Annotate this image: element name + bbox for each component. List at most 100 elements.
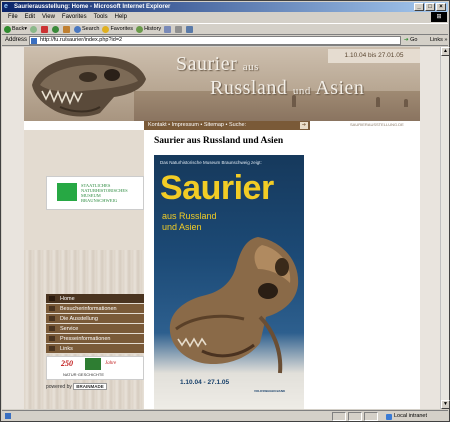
header-title-line2: Russland und Asien (210, 77, 364, 100)
favorites-label: Favorites (110, 26, 134, 32)
edit-button[interactable] (186, 25, 194, 33)
header-title-small1: aus (242, 61, 259, 73)
search-button[interactable]: Search (74, 23, 99, 35)
tree-graphic (404, 99, 408, 107)
header-title-word2: Russland (210, 77, 288, 99)
dinosaur-silhouette-icon (85, 358, 101, 370)
home-button[interactable] (63, 25, 71, 33)
edit-icon (186, 25, 194, 33)
menu-item-die-ausstellung[interactable]: Die Ausstellung (46, 314, 144, 324)
back-arrow-icon (4, 25, 11, 33)
maximize-button[interactable]: □ (425, 3, 435, 11)
page-viewport: 1.10.04 bis 27.01.05 Saurier aus Russlan… (2, 47, 440, 409)
site-url-caption: SAURIERAUSSTELLUNG.DE (350, 122, 404, 127)
site-menu: Home Besucherinformationen Die Ausstellu… (46, 294, 144, 354)
history-button[interactable]: History (136, 23, 161, 35)
stop-button[interactable] (41, 25, 49, 33)
links-button[interactable]: Links » (430, 35, 447, 46)
menu-item-presseinformationen[interactable]: Presseinformationen (46, 334, 144, 344)
history-label: History (144, 26, 162, 32)
poster-pretitle: Das Naturhistorische Museum Braunschweig… (160, 160, 262, 165)
exhibition-poster: Das Naturhistorische Museum Braunschweig… (154, 155, 304, 409)
history-icon (136, 25, 144, 33)
refresh-icon (52, 25, 59, 33)
search-submit-arrow-icon[interactable]: ➔ (300, 122, 308, 129)
museum-logo-text: STAATLICHES NATURHISTORISCHES MUSEUM BRA… (81, 183, 128, 203)
close-button[interactable]: × (436, 3, 446, 11)
trex-skull-image (32, 56, 146, 117)
page-status-icon (5, 413, 11, 419)
anniversary-text: NATUR·GESCHICHTE (63, 372, 105, 377)
powered-by-brand[interactable]: BRAINMADE (73, 383, 107, 390)
address-url-text: http://fu.ru/saurier/index.php?id=2 (40, 37, 123, 43)
forward-arrow-icon (30, 25, 37, 33)
menu-item-home[interactable]: Home (46, 294, 144, 304)
menu-edit[interactable]: Edit (25, 12, 35, 22)
minimize-button[interactable]: _ (414, 3, 424, 11)
favorites-button[interactable]: Favorites (102, 23, 133, 35)
left-sidebar: STAATLICHES NATURHISTORISCHES MUSEUM BRA… (24, 130, 144, 409)
address-input[interactable]: http://fu.ru/saurier/index.php?id=2 (29, 36, 401, 45)
main-content: Saurier aus Russland und Asien Das Natur… (150, 130, 420, 409)
print-button[interactable] (175, 25, 183, 33)
protoceratops-skull-image (169, 237, 299, 374)
poster-subtitle-line2: und Asien (162, 222, 202, 232)
security-zone-label: Local intranet (394, 413, 428, 419)
menu-bar: File Edit View Favorites Tools Help (2, 12, 448, 22)
title-bar: e Saurierausstellung: Home - Microsoft I… (2, 2, 448, 12)
menu-tools[interactable]: Tools (94, 12, 108, 22)
logo-line: BRAUNSCHWEIG (81, 198, 118, 203)
window-title: Saurierausstellung: Home - Microsoft Int… (14, 4, 171, 10)
mail-button[interactable] (164, 25, 172, 33)
poster-dates: 1.10.04 - 27.1.05 (180, 379, 230, 386)
anniversary-banner[interactable]: 250 Jahre NATUR·GESCHICHTE (46, 356, 144, 380)
vertical-scrollbar[interactable]: ▲ ▼ (440, 47, 450, 409)
local-intranet-icon (386, 413, 392, 420)
security-zone: Local intranet (386, 411, 427, 422)
menu-view[interactable]: View (42, 12, 55, 22)
print-icon (175, 25, 183, 33)
address-bar: Address http://fu.ru/saurier/index.php?i… (2, 35, 448, 46)
page-icon (31, 38, 37, 44)
links-label: Links (430, 37, 443, 43)
refresh-button[interactable] (52, 25, 60, 33)
menu-item-links[interactable]: Links (46, 344, 144, 354)
anniversary-jahre: Jahre (105, 361, 117, 366)
favorites-star-icon (102, 25, 110, 33)
go-button[interactable]: ➔ Go (404, 36, 426, 45)
scroll-up-arrow-icon[interactable]: ▲ (441, 47, 450, 56)
menu-item-besucherinformationen[interactable]: Besucherinformationen (46, 304, 144, 314)
museum-logo-mark (57, 183, 77, 201)
header-title-word3: Asien (315, 77, 365, 99)
address-label: Address (5, 37, 28, 43)
back-label: Back (12, 26, 25, 32)
go-label: Go (410, 37, 418, 43)
home-icon (63, 25, 70, 33)
menu-file[interactable]: File (8, 12, 18, 22)
status-segment (348, 412, 362, 421)
museum-logo[interactable]: STAATLICHES NATURHISTORISCHES MUSEUM BRA… (46, 176, 144, 210)
header-title-line1: Saurier aus (176, 53, 259, 76)
header-title-small2: und (292, 85, 311, 97)
standard-toolbar: Back ▾ Search Favorites History (2, 23, 448, 35)
menu-favorites[interactable]: Favorites (62, 12, 87, 22)
mail-icon (164, 25, 172, 33)
poster-title: Saurier (160, 169, 274, 207)
menu-help[interactable]: Help (115, 12, 127, 22)
windows-throbber-icon: ⊞ (431, 12, 447, 22)
poster-subtitle-line1: aus Russland (162, 211, 217, 221)
search-label: Search (82, 26, 100, 32)
powered-by: powered by BRAINMADE (46, 383, 107, 390)
stop-icon (41, 25, 48, 33)
scroll-down-arrow-icon[interactable]: ▼ (441, 400, 450, 409)
top-nav-links[interactable]: Kontakt • Impressum • Sitemap • Suche: (148, 122, 246, 128)
back-dropdown-icon[interactable]: ▾ (24, 23, 27, 35)
content-heading: Saurier aus Russland und Asien (154, 136, 284, 146)
sponsor-logo: VOLKSWAGEN BANK (254, 389, 286, 393)
status-bar: Local intranet (2, 410, 448, 421)
menu-item-service[interactable]: Service (46, 324, 144, 334)
top-nav-bar[interactable]: Kontakt • Impressum • Sitemap • Suche: ➔ (144, 121, 310, 130)
forward-button[interactable] (30, 25, 38, 33)
back-button[interactable]: Back ▾ (4, 23, 27, 35)
status-segment (364, 412, 378, 421)
